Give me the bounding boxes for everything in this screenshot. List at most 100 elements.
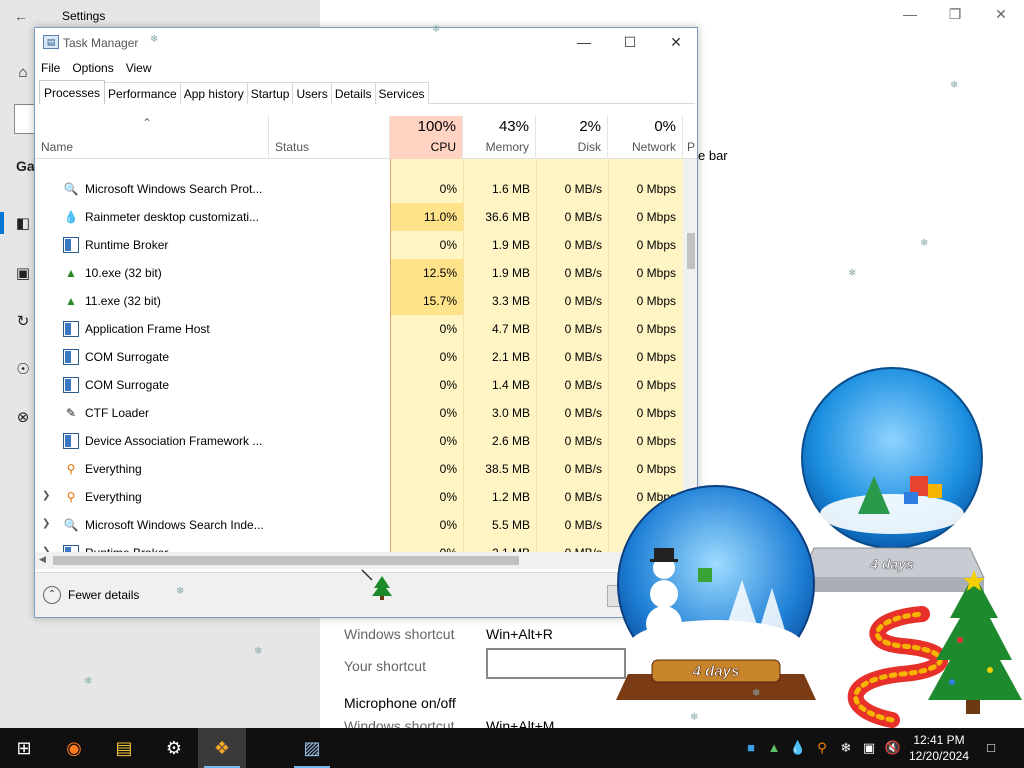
tab-performance[interactable]: Performance (104, 82, 181, 104)
maximize-button[interactable]: ☐ (607, 32, 653, 52)
tab-processes[interactable]: Processes (39, 80, 106, 104)
column-status[interactable]: Status (269, 116, 390, 159)
horizontal-scroll-thumb[interactable] (53, 556, 519, 565)
notifications-icon[interactable]: □ (980, 728, 1002, 768)
settings-gear-icon[interactable]: ⚙ (150, 728, 198, 768)
column-disk[interactable]: 2% Disk (536, 116, 608, 159)
process-name: Microsoft Windows Search Prot... (85, 182, 263, 196)
restore-icon[interactable]: ❐ (940, 6, 970, 23)
fewer-details-link[interactable]: Fewer details (68, 588, 139, 602)
table-row[interactable]: ❯Runtime Broker0%2.1 MB0 MB/s (35, 539, 683, 552)
menu-file[interactable]: File (35, 58, 66, 78)
tab-app-history[interactable]: App history (179, 82, 248, 104)
snowflake-icon: ❄ (254, 646, 263, 657)
minimize-icon[interactable]: — (895, 6, 925, 22)
cell-cpu: 0% (439, 490, 457, 504)
home-icon[interactable]: ⌂ (12, 64, 34, 81)
clock[interactable]: 12:41 PM 12/20/2024 (906, 732, 972, 764)
table-row[interactable]: 🔍 Microsoft Windows Search Prot... 0% 1.6 M… (35, 175, 683, 203)
cell-disk: 0 MB/s (564, 182, 602, 196)
table-row[interactable]: COM Surrogate 0% 1.4 MB 0 MB/s 0 Mbps (35, 371, 683, 399)
windows-shortcut-label: Windows shortcut (344, 626, 455, 642)
cell-memory: 3.3 MB (491, 294, 530, 308)
column-status-label: Status (275, 140, 310, 154)
cell-cpu: 0% (439, 518, 457, 532)
table-row[interactable]: ⚲ Everything 0% 38.5 MB 0 MB/s 0 Mbps (35, 455, 683, 483)
broadcasting-icon[interactable]: ☉ (12, 360, 34, 378)
captures-icon[interactable]: ▣ (12, 264, 34, 282)
close-button[interactable]: ✕ (653, 32, 697, 52)
menu-view[interactable]: View (120, 58, 158, 78)
column-power[interactable]: P (683, 116, 697, 159)
task-manager-icon[interactable]: ▨ (288, 728, 336, 768)
menu-options[interactable]: Options (66, 58, 119, 78)
column-memory-label: Memory (485, 140, 529, 154)
column-memory[interactable]: 43% Memory (463, 116, 536, 159)
table-row[interactable]: Device Association Framework ... 0% 2.6 MB… (35, 427, 683, 455)
rainmeter-tray-icon[interactable]: ■ (742, 728, 760, 768)
table-row[interactable]: ▲ 10.exe (32 bit) 12.5% 1.9 MB 0 MB/s 0 Mbps (35, 259, 683, 287)
clock-date: 12/20/2024 (908, 749, 970, 763)
tab-users[interactable]: Users (292, 82, 332, 104)
scroll-left-icon[interactable]: ◀ (39, 554, 46, 565)
find-setting-input[interactable] (14, 104, 34, 134)
everything-icon: ⚲ (66, 490, 76, 504)
volume-muted-icon[interactable]: 🔇 (882, 728, 904, 768)
process-list: 🔍 Microsoft Windows Search Prot... 0% 1.6 M… (35, 159, 683, 552)
table-row[interactable]: ❯ ⚲ Everything 0% 1.2 MB 0 MB/s 0 Mbps (35, 483, 683, 511)
horizontal-scrollbar[interactable]: ◀ (35, 552, 683, 569)
chevron-right-icon[interactable]: ❯ (42, 490, 50, 501)
firefox-icon[interactable]: ◉ (50, 728, 98, 768)
game-mode-icon[interactable]: ↻ (12, 312, 34, 330)
file-explorer-icon[interactable]: ▤ (100, 728, 148, 768)
cell-memory: 4.7 MB (491, 322, 530, 336)
cell-memory: 5.5 MB (491, 518, 530, 532)
your-shortcut-input[interactable] (486, 648, 626, 679)
table-row[interactable]: Application Frame Host 0% 4.7 MB 0 MB/s 0 Mb… (35, 315, 683, 343)
table-row[interactable]: ✎ CTF Loader 0% 3.0 MB 0 MB/s 0 Mbps (35, 399, 683, 427)
snowflake-tray-icon[interactable]: ❄ (836, 728, 856, 768)
cell-network: 0 Mbps (636, 378, 676, 392)
tree-tray-icon[interactable]: ▲ (764, 728, 784, 768)
search-tray-icon[interactable]: ⚲ (812, 728, 832, 768)
snow-globe-left: 4 days (616, 485, 816, 700)
cell-cpu: 0% (439, 462, 457, 476)
cell-memory: 1.4 MB (491, 378, 530, 392)
tab-details[interactable]: Details (330, 82, 376, 104)
cell-cpu: 0% (439, 238, 457, 252)
column-name-label: Name (41, 140, 74, 154)
window-app-icon (63, 377, 79, 393)
snow-globe-right: 4 days (799, 367, 985, 592)
table-row[interactable]: Runtime Broker 0% 1.9 MB 0 MB/s 0 Mbps (35, 231, 683, 259)
table-row[interactable]: COM Surrogate 0% 2.1 MB 0 MB/s 0 Mbps (35, 343, 683, 371)
cell-disk: 0 MB/s (564, 378, 602, 392)
app-icon[interactable]: ❖ (198, 728, 246, 768)
game-bar-icon[interactable]: ◧ (12, 214, 34, 232)
vertical-scroll-thumb[interactable] (687, 233, 695, 269)
cell-memory: 2.1 MB (491, 350, 530, 364)
table-row[interactable]: 💧 Rainmeter desktop customizati... 11.0% 36… (35, 203, 683, 231)
table-row[interactable]: ▲ 11.exe (32 bit) 15.7% 3.3 MB 0 MB/s 0 Mbps (35, 287, 683, 315)
network-icon[interactable]: ▣ (858, 728, 880, 768)
cell-disk: 0 MB/s (564, 210, 602, 224)
close-icon[interactable]: ✕ (986, 6, 1016, 23)
column-name[interactable]: Name (35, 116, 269, 159)
process-name: Runtime Broker (85, 238, 169, 252)
column-cpu[interactable]: 100% CPU (390, 116, 463, 159)
title-bar[interactable]: ▤ Task Manager — ☐ ✕ (35, 28, 697, 56)
chevron-right-icon[interactable]: ❯ (42, 518, 50, 529)
windows-start-icon[interactable]: ⊞ (0, 728, 48, 768)
windows-shortcut-label-2: Windows shortcut (344, 718, 455, 728)
drop-tray-icon[interactable]: 💧 (788, 728, 808, 768)
process-name: 11.exe (32 bit) (85, 294, 161, 308)
tab-startup[interactable]: Startup (246, 82, 294, 104)
chevron-up-icon[interactable]: ⌃ (43, 586, 61, 604)
column-network[interactable]: 0% Network (608, 116, 683, 159)
your-shortcut-label: Your shortcut (344, 658, 426, 674)
back-arrow-icon[interactable]: ← (14, 8, 28, 24)
xbox-icon[interactable]: ⊗ (12, 408, 34, 426)
minimize-button[interactable]: — (561, 32, 607, 52)
process-name: Everything (85, 490, 142, 504)
tab-services[interactable]: Services (374, 82, 429, 104)
table-row[interactable]: ❯ 🔍 Microsoft Windows Search Inde... 0% 5.5 … (35, 511, 683, 539)
